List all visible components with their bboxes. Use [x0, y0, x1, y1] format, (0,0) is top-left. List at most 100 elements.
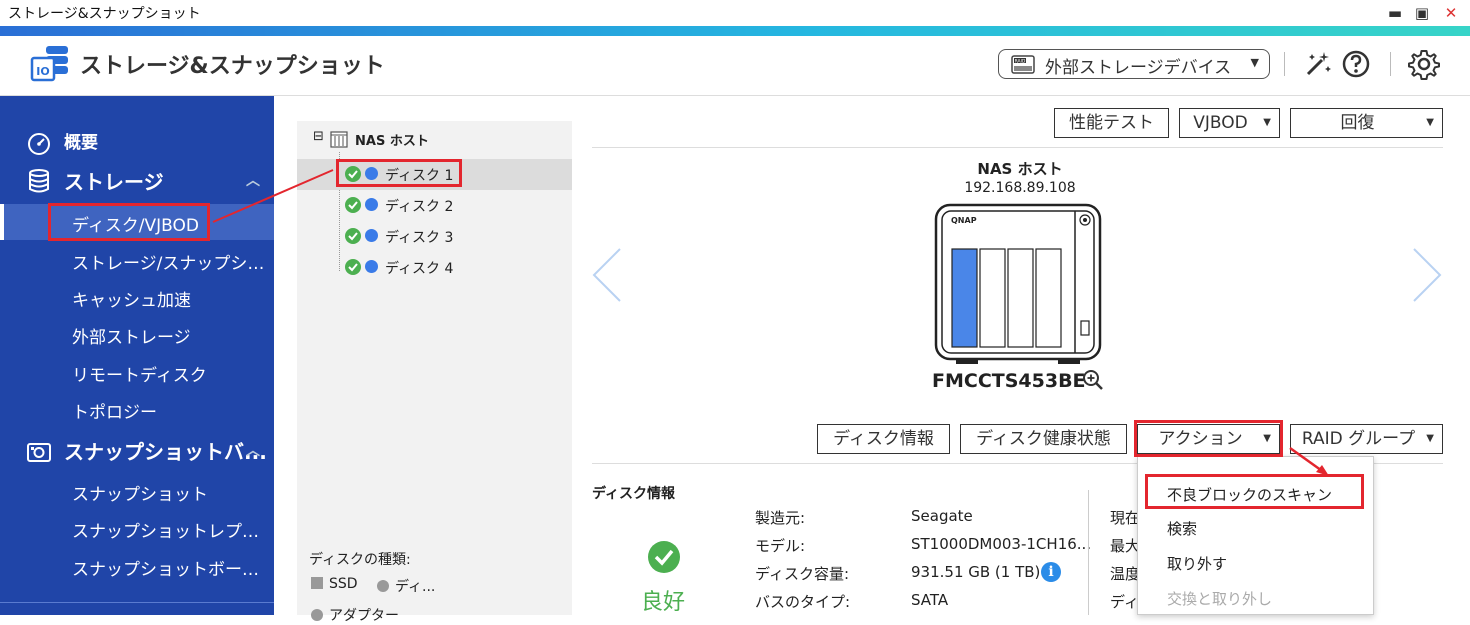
external-device-dropdown[interactable]: RAID 外部ストレージデバイス ▼ — [998, 49, 1270, 79]
disk-info-button[interactable]: ディスク情報 — [817, 424, 950, 454]
hdd-type-dot-icon — [365, 198, 378, 211]
disk-type-legend-title: ディスクの種類: — [309, 552, 411, 568]
sidebar-item-remote-disk[interactable]: リモートディスク — [0, 354, 274, 390]
tree-root-nas-host[interactable]: ⊟ NAS ホスト — [297, 124, 572, 155]
info-key-model: モデル: — [755, 537, 806, 555]
annotation-box-sidebar — [48, 203, 210, 241]
gear-icon[interactable] — [1408, 48, 1440, 80]
sidebar-item-snapshot-vault[interactable]: スナップショットボールト — [0, 548, 274, 584]
window-title: ストレージ&スナップショット — [8, 6, 201, 22]
info-key-max: 最大 — [1110, 537, 1141, 555]
sidebar-item-label: トポロジー — [72, 403, 157, 423]
tree-disk-label: ディスク 2 — [385, 199, 454, 215]
sidebar-item-label: スナップショットボールト — [72, 560, 272, 580]
info-icon[interactable]: i — [1041, 562, 1061, 582]
sidebar-snapshot-backup[interactable]: スナップショットバ... ︿ — [0, 436, 274, 466]
app-title: ストレージ&スナップショット — [80, 54, 385, 79]
legend-ssd: SSD — [311, 576, 358, 592]
sidebar-item-cache[interactable]: キャッシュ加速 — [0, 279, 274, 315]
tree-disk-label: ディスク 4 — [385, 261, 454, 277]
tree-disk-4[interactable]: ディスク 4 — [297, 252, 572, 283]
info-value-bus-type: SATA — [911, 591, 949, 609]
health-status-text: 良好 — [641, 590, 686, 615]
external-device-label: 外部ストレージデバイス — [1045, 58, 1232, 78]
sidebar-item-snapshot[interactable]: スナップショット — [0, 473, 274, 509]
sidebar-item-label: スナップショットレプリカ — [72, 522, 272, 542]
sidebar-item-topology[interactable]: トポロジー — [0, 391, 274, 427]
sidebar-item-snapshot-replica[interactable]: スナップショットレプリカ — [0, 510, 274, 546]
info-key-temperature: 温度 — [1110, 565, 1141, 583]
raid-group-dropdown[interactable]: RAID グループ ▼ — [1290, 424, 1443, 454]
vjbod-label: VJBOD — [1193, 113, 1248, 133]
sidebar-item-label: 外部ストレージ — [72, 328, 191, 348]
info-key-capacity: ディスク容量: — [755, 565, 850, 583]
device-host-name: NAS ホスト — [977, 160, 1063, 178]
tree-disk-2[interactable]: ディスク 2 — [297, 190, 572, 221]
vjbod-dropdown[interactable]: VJBOD ▼ — [1179, 108, 1280, 138]
hdd-type-dot-icon — [365, 260, 378, 273]
window-titlebar: ストレージ&スナップショット ▬ ▣ ✕ — [0, 0, 1470, 26]
minimize-icon[interactable]: ▬ — [1384, 2, 1406, 24]
svg-text:RAID: RAID — [1015, 59, 1026, 65]
recover-label: 回復 — [1340, 113, 1375, 133]
tree-disk-3[interactable]: ディスク 3 — [297, 221, 572, 252]
annotation-box-disk1 — [336, 159, 462, 187]
device-ip: 192.168.89.108 — [964, 180, 1076, 196]
maximize-icon[interactable]: ▣ — [1411, 2, 1433, 24]
tree-disk-label: ディスク 3 — [385, 230, 454, 246]
healthy-check-icon — [345, 228, 361, 244]
chevron-right-icon[interactable] — [1410, 245, 1444, 305]
disk-bay-3[interactable] — [1007, 248, 1034, 348]
nas-host-icon — [330, 131, 348, 148]
ssd-square-icon — [311, 577, 323, 589]
zoom-in-icon[interactable] — [1082, 369, 1104, 391]
legend-hdd: ディ... — [377, 576, 435, 596]
sidebar: 概要 ストレージ ︿ ディスク/VJBOD ストレージ/スナップショ... キャ… — [0, 96, 274, 615]
disk-bay-4[interactable] — [1035, 248, 1062, 348]
disk-health-button[interactable]: ディスク健康状態 — [960, 424, 1127, 454]
chevron-down-icon: ▼ — [1426, 433, 1434, 444]
info-key-manufacturer: 製造元: — [755, 509, 806, 527]
raid-device-icon: RAID — [1011, 55, 1035, 74]
healthy-check-icon — [345, 197, 361, 213]
healthy-check-icon — [648, 541, 680, 573]
header-divider — [1390, 52, 1391, 76]
sidebar-overview[interactable]: 概要 — [0, 126, 274, 156]
recover-dropdown[interactable]: 回復 ▼ — [1290, 108, 1443, 138]
info-value-model: ST1000DM003-1CH16... — [911, 535, 1092, 553]
disk-bay-2[interactable] — [979, 248, 1006, 348]
sidebar-snapshot-label: スナップショットバ... — [64, 440, 267, 464]
menu-item-remove[interactable]: 取り外す — [1167, 553, 1227, 574]
disk-bay-1[interactable] — [951, 248, 978, 348]
snapshot-icon — [27, 443, 51, 462]
chevron-left-icon[interactable] — [590, 245, 624, 305]
collapse-icon[interactable]: ⊟ — [313, 129, 324, 144]
perf-test-button[interactable]: 性能テスト — [1054, 108, 1169, 138]
device-brand-text: QNAP — [951, 216, 977, 225]
menu-item-replace-remove[interactable]: 交換と取り外し — [1167, 588, 1272, 609]
divider — [592, 147, 1443, 148]
sidebar-item-storage-snapshot[interactable]: ストレージ/スナップショ... — [0, 242, 274, 278]
chevron-up-icon[interactable]: ︿ — [246, 170, 260, 190]
hdd-type-dot-icon — [365, 229, 378, 242]
close-icon[interactable]: ✕ — [1440, 2, 1462, 24]
nas-device-image[interactable]: QNAP — [934, 203, 1104, 365]
chevron-down-icon: ▼ — [1250, 56, 1259, 69]
chevron-up-icon[interactable]: ︿ — [246, 440, 260, 460]
tree-root-label: NAS ホスト — [355, 134, 429, 149]
storage-app-icon: IO — [30, 46, 68, 82]
info-column-divider — [1088, 490, 1089, 615]
magic-wand-icon[interactable] — [1302, 48, 1334, 80]
sidebar-item-label: リモートディスク — [72, 366, 207, 386]
sidebar-divider — [0, 602, 274, 603]
sidebar-item-external-storage[interactable]: 外部ストレージ — [0, 316, 274, 352]
menu-item-locate[interactable]: 検索 — [1167, 518, 1197, 539]
info-key-current: 現在 — [1110, 509, 1141, 527]
sidebar-storage[interactable]: ストレージ ︿ — [0, 166, 274, 196]
info-value-capacity: 931.51 GB (1 TB) — [911, 563, 1041, 581]
legend-adapter: アダプター — [311, 605, 399, 625]
hdd-circle-icon — [377, 580, 389, 592]
info-value-manufacturer: Seagate — [911, 507, 973, 525]
chevron-down-icon: ▼ — [1426, 117, 1434, 128]
help-icon[interactable] — [1340, 48, 1372, 80]
